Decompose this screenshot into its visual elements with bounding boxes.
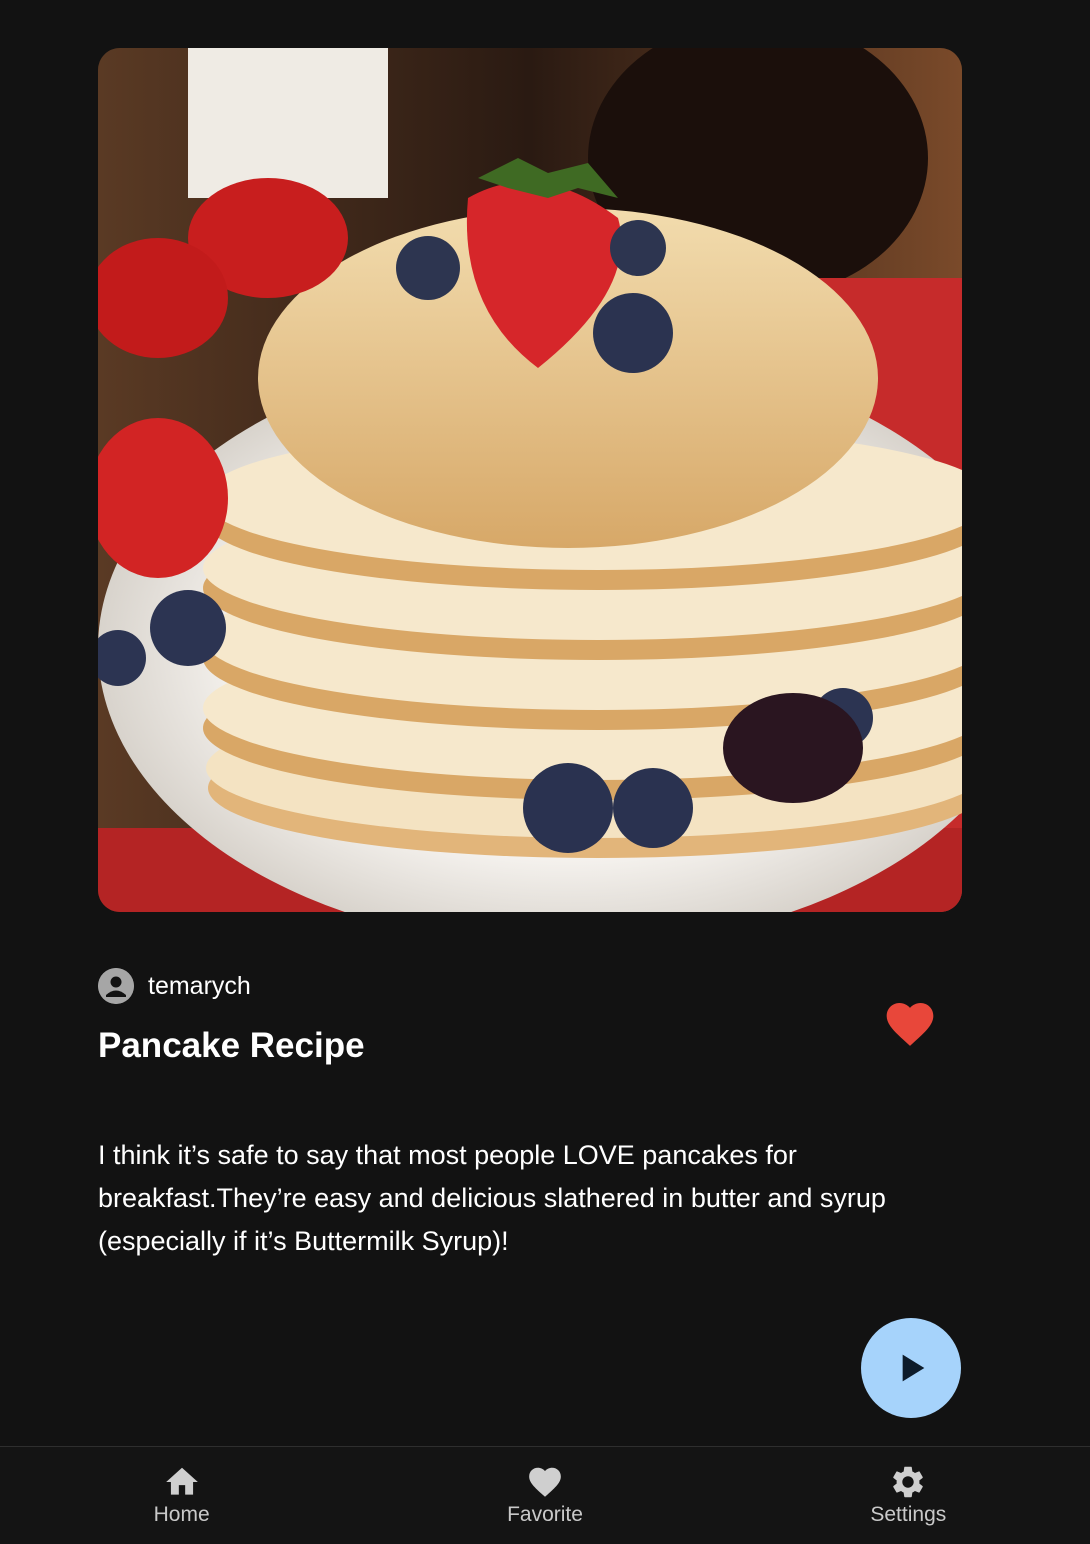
- recipe-detail-screen: temarych Pancake Recipe I think it’s saf…: [0, 0, 1090, 1544]
- nav-label-home: Home: [153, 1503, 210, 1526]
- heart-icon: [886, 1003, 934, 1046]
- nav-item-settings[interactable]: Settings: [727, 1447, 1090, 1544]
- favorite-button[interactable]: [882, 996, 938, 1052]
- play-icon: [902, 1354, 925, 1382]
- recipe-photo: [98, 48, 962, 912]
- play-button[interactable]: [861, 1318, 961, 1418]
- author-name: temarych: [148, 971, 251, 1000]
- bottom-navigation: Home Favorite Settings: [0, 1446, 1090, 1544]
- pancake-stack-photo: [98, 48, 962, 912]
- avatar: [98, 968, 134, 1004]
- nav-label-favorite: Favorite: [507, 1503, 583, 1526]
- author-row: temarych: [98, 968, 251, 1004]
- nav-item-favorite[interactable]: Favorite: [363, 1447, 726, 1544]
- recipe-title: Pancake Recipe: [98, 1026, 365, 1065]
- gear-icon: [893, 1466, 924, 1498]
- heart-icon: [529, 1467, 561, 1497]
- nav-label-settings: Settings: [870, 1503, 947, 1526]
- recipe-description: I think it’s safe to say that most peopl…: [98, 1140, 886, 1256]
- nav-item-home[interactable]: Home: [0, 1447, 363, 1544]
- home-icon: [165, 1467, 198, 1495]
- person-icon: [98, 968, 134, 1004]
